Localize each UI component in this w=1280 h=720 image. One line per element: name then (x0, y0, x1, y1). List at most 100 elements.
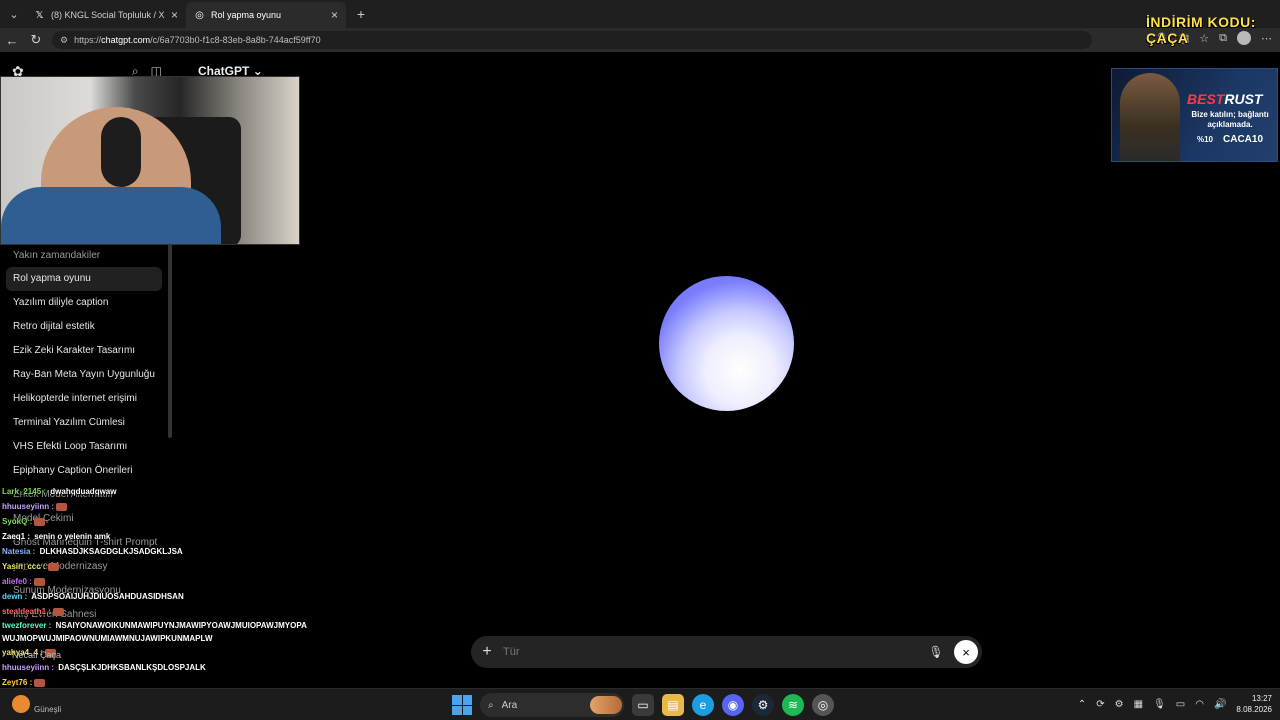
task-view-icon[interactable]: ▭ (632, 694, 654, 716)
search-highlight-image (590, 696, 622, 714)
chat-message: stealdeath1 : (2, 604, 312, 619)
end-voice-button[interactable]: × (954, 640, 978, 664)
taskbar-apps: ⌕ Ara ▭ ▤ e ◉ ⚙ ≋ ◎ (452, 693, 834, 717)
chat-emote (52, 607, 64, 616)
site-info-icon[interactable]: ⚙ (60, 35, 68, 46)
tab-title: Rol yapma oyunu (211, 10, 282, 20)
conversation-item[interactable]: Terminal Yazılım Cümlesi (6, 411, 162, 435)
chat-username: Zaeq1 : (2, 532, 31, 541)
wifi-icon[interactable]: ◠ (1195, 699, 1204, 710)
tab-chatgpt[interactable]: ◎ Rol yapma oyunu × (186, 2, 346, 28)
tab-title: (8) KNGL Social Topluluk / X (51, 10, 165, 20)
tab-list-button[interactable]: ⌄ (2, 2, 26, 26)
conversation-item[interactable]: Yazılım diliyle caption (6, 291, 162, 315)
chat-username: Lark_2145 : (2, 487, 47, 496)
chat-text: DASÇŞLKJDHKSBANLKŞDLOSPJALK (56, 663, 206, 672)
sidebar-scrollbar[interactable] (168, 242, 172, 438)
date: 8.08.2026 (1236, 705, 1272, 714)
sponsor-banner: BESTRUST Bize katılın; bağlantı açıklama… (1111, 68, 1278, 162)
volume-icon[interactable]: 🔊 (1214, 699, 1226, 710)
chat-message: aliefe0 : (2, 574, 312, 589)
chat-username: dewn : (2, 592, 28, 601)
chat-emote (34, 678, 46, 687)
chat-message: Yasin_ccc : (2, 559, 312, 574)
sync-icon[interactable]: ⟳ (1096, 699, 1104, 710)
weather-icon[interactable] (12, 695, 30, 713)
screen: ⌄ 𝕏 (8) KNGL Social Topluluk / X × ◎ Rol… (0, 0, 1280, 720)
chat-username: twezforever : (2, 621, 52, 630)
taskbar-search[interactable]: ⌕ Ara (480, 693, 624, 717)
conversation-item[interactable]: Ezik Zeki Karakter Tasarımı (6, 339, 162, 363)
search-icon: ⌕ (488, 699, 494, 711)
chevron-up-icon[interactable]: ⌃ (1078, 699, 1086, 710)
chat-message: hhuuseyiinn : DASÇŞLKJDHKSBANLKŞDLOSPJAL… (2, 660, 312, 675)
game-character-image (1120, 73, 1180, 161)
chat-message: Natesia : DLKHASDJKSAGDGLKJSADGKLJSA (2, 544, 312, 559)
start-button[interactable] (452, 695, 472, 715)
promo-line-2: ÇAÇA (1146, 30, 1189, 46)
spotify-icon[interactable]: ≋ (782, 694, 804, 716)
file-explorer-icon[interactable]: ▤ (662, 694, 684, 716)
chat-message: dewn : ASDPSOAIJUHJDIUOSAHDUASIDHSAN (2, 589, 312, 604)
user-name[interactable]: Necati Çaça (12, 650, 61, 660)
conversation-item[interactable]: Helikopterde internet erişimi (6, 387, 162, 411)
composer-input[interactable] (503, 646, 924, 658)
chat-emote (34, 517, 46, 526)
browser-tab-bar: ⌄ 𝕏 (8) KNGL Social Topluluk / X × ◎ Rol… (0, 0, 1280, 28)
add-attachment-button[interactable]: + (471, 643, 503, 661)
conversation-item[interactable]: Epiphany Caption Önerileri (6, 459, 162, 483)
tab-close-icon[interactable]: × (331, 8, 338, 22)
chat-username: aliefe0 : (2, 577, 32, 586)
chrome-icon[interactable]: ◎ (812, 694, 834, 716)
steam-icon[interactable]: ⚙ (752, 694, 774, 716)
edge-icon[interactable]: e (692, 694, 714, 716)
tab-x[interactable]: 𝕏 (8) KNGL Social Topluluk / X × (26, 2, 186, 28)
webcam-overlay (0, 76, 300, 245)
chat-message: SyokQ : (2, 514, 312, 529)
promo-line-1: İNDİRİM KODU: (1146, 14, 1256, 30)
time: 13:27 (1251, 694, 1272, 703)
search-placeholder: Ara (501, 699, 518, 711)
chat-emote (56, 502, 67, 511)
menu-icon[interactable]: ⋯ (1261, 32, 1272, 45)
clock[interactable]: 13:27 8.08.2026 (1236, 693, 1272, 715)
network-icon[interactable]: ▦ (1134, 699, 1143, 710)
conversation-item[interactable]: Ray-Ban Meta Yayın Uygunluğu (6, 363, 162, 387)
sponsor-brand: BESTRUST (1187, 91, 1263, 107)
chat-username: Yasin_ccc : (2, 562, 46, 571)
chat-text: senin o yelenin amk (32, 532, 111, 541)
chat-message: twezforever : NSAIYONAWOIKUNMAWIPUYNJMAW… (2, 619, 312, 645)
chat-username: hhuuseyiinn : (2, 663, 54, 672)
discord-icon[interactable]: ◉ (722, 694, 744, 716)
x-logo-icon: 𝕏 (35, 9, 44, 21)
sponsor-text: Bize katılın; bağlantı açıklamada. (1191, 110, 1269, 129)
chat-text: ASDPSOAIJUHJDIUOSAHDUASIDHSAN (29, 592, 184, 601)
address-bar[interactable]: ⚙ https://chatgpt.com/c/6a7703b0-f1c8-83… (52, 31, 1092, 49)
chat-username: hhuuseyiinn : (2, 502, 54, 511)
chat-emote (33, 577, 45, 586)
conversation-item[interactable]: Rol yapma oyunu (6, 267, 162, 291)
chat-message: hhuuseyiinn : (2, 499, 312, 514)
mic-icon[interactable]: 🎙 (924, 645, 948, 659)
url-text: https://chatgpt.com/c/6a7703b0-f1c8-83eb… (74, 35, 321, 45)
mic-icon[interactable]: 🎙 (1153, 699, 1166, 710)
chat-username: Natesia : (2, 547, 36, 556)
reload-button[interactable]: ↻ (24, 32, 48, 48)
back-button[interactable]: ← (0, 33, 24, 48)
headset (101, 117, 141, 187)
tab-close-icon[interactable]: × (171, 8, 178, 22)
recent-header: Yakın zamandakiler (13, 250, 101, 261)
chat-message: Lark_2145 : dwahqduadqwaw (2, 484, 312, 499)
display-icon[interactable]: ▭ (1176, 699, 1185, 710)
windows-taskbar: Güneşli ⌕ Ara ▭ ▤ e ◉ ⚙ ≋ ◎ ⌃ ⟳ ⚙ ▦ 🎙 ▭ … (0, 688, 1280, 720)
steam-tray-icon[interactable]: ⚙ (1115, 699, 1124, 710)
chatgpt-icon: ◎ (195, 9, 204, 21)
conversation-item[interactable]: VHS Efekti Loop Tasarımı (6, 435, 162, 459)
sponsor-code: %10 CACA10 (1196, 134, 1264, 145)
voice-mode-orb (659, 276, 794, 411)
chat-text: dwahqduadqwaw (48, 487, 117, 496)
new-tab-button[interactable]: + (350, 6, 372, 22)
conversation-item[interactable]: Retro dijital estetik (6, 315, 162, 339)
streamer-shirt (1, 187, 221, 244)
chat-message: Zaeq1 : senin o yelenin amk (2, 529, 312, 544)
